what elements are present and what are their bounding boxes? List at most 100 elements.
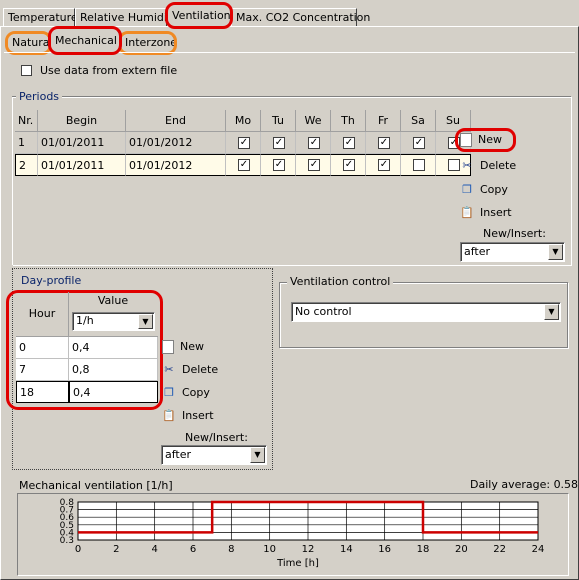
col-header-sa: Sa [401,110,436,132]
paste-icon: 📋 [460,206,474,219]
period-insert-button[interactable]: 📋 Insert [460,203,512,223]
new-document-icon [460,133,472,147]
col-header-tu: Tu [261,110,296,132]
x-tick-label: 10 [263,544,276,555]
table-row-1-th-checkbox[interactable]: ✓ [343,137,355,149]
profile-copy-label: Copy [182,386,210,399]
table-row-1-fr-checkbox[interactable]: ✓ [378,137,390,149]
tab-temperature[interactable]: Temperature [3,8,78,26]
col-header-th: Th [331,110,366,132]
subtab-interzone[interactable]: Interzone [118,31,177,55]
chevron-down-icon[interactable]: ▼ [138,314,153,329]
x-tick-label: 24 [532,544,545,555]
table-row-2-th-checkbox[interactable]: ✓ [343,159,355,171]
profile-row-3-hour[interactable]: 18 [16,381,69,403]
table-row-1-sa-checkbox[interactable]: ✓ [413,137,425,149]
period-delete-button[interactable]: ✂ Delete [460,156,516,176]
tab-max-co2[interactable]: Max. CO2 Concentration [231,8,370,26]
ventilation-control-title: Ventilation control [287,275,394,288]
col-header-begin: Begin [38,110,126,132]
table-row-1-we-checkbox[interactable]: ✓ [308,137,320,149]
day-profile-table: Hour Value 1/h ▼ 0 0,4 7 0,8 18 0,4 [6,290,163,410]
unit-value: 1/h [76,314,94,327]
chevron-down-icon[interactable]: ▼ [544,304,559,320]
table-row-2-sa-checkbox[interactable] [413,159,425,171]
col-header-we: We [296,110,331,132]
profile-new-insert-select[interactable]: after ▼ [161,445,267,465]
table-row-2-fr-checkbox[interactable]: ✓ [378,159,390,171]
profile-new-label: New [180,340,204,353]
copy-icon: ❐ [164,386,174,399]
chevron-down-icon[interactable]: ▼ [548,244,563,260]
profile-row-2-value[interactable]: 0,8 [69,359,158,381]
table-row-1-nr[interactable]: 1 [15,132,38,154]
tab-relative-humidity[interactable]: Relative Humidity [75,8,178,26]
profile-row-3-value[interactable]: 0,4 [69,381,158,403]
x-tick-label: 14 [340,544,353,555]
extern-file-label: Use data from extern file [40,64,178,77]
profile-insert-label: Insert [182,409,214,422]
x-tick-label: 20 [455,544,468,555]
table-row-1-tu-checkbox[interactable]: ✓ [273,137,285,149]
subtab-mechanical[interactable]: Mechanical [48,26,122,55]
period-insert-label: Insert [480,206,512,219]
day-profile-title: Day-profile [18,274,85,287]
profile-new-insert-value: after [165,448,192,461]
col-header-su: Su [436,110,471,132]
profile-new-insert-label: New/Insert: [185,431,248,444]
table-row-2-su-checkbox[interactable] [448,159,460,171]
extern-file-checkbox[interactable] [21,65,32,76]
paste-icon: 📋 [162,409,176,422]
hour-header: Hour [16,292,69,337]
periods-table: Nr. Begin End Mo Tu We Th Fr Sa Su 1 01/… [15,110,471,178]
col-header-end: End [126,110,226,132]
ventilation-control-value: No control [295,305,352,318]
x-tick-label: 12 [302,544,315,555]
table-row-2-mo-checkbox[interactable]: ✓ [238,159,250,171]
scissors-icon: ✂ [462,159,472,172]
table-row-1-end[interactable]: 01/01/2012 [126,132,226,154]
profile-new-button[interactable]: New [162,337,204,357]
ventilation-control-select[interactable]: No control ▼ [291,302,561,322]
new-document-icon [162,340,174,354]
x-tick-label: 22 [493,544,506,555]
x-tick-label: 16 [378,544,391,555]
chevron-down-icon[interactable]: ▼ [250,447,265,463]
period-new-button[interactable]: New [455,128,516,152]
chart-title: Mechanical ventilation [1/h] [19,479,173,492]
table-row-1-begin[interactable]: 01/01/2011 [38,132,126,154]
table-row-2-nr[interactable]: 2 [15,154,38,176]
profile-copy-button[interactable]: ❐ Copy [162,383,210,403]
profile-row-1-hour[interactable]: 0 [16,337,69,359]
mechanical-ventilation-chart: 0.80.70.60.50.40.30 2 4 6 8 10 12 14 16 18 20 22 24T… [60,498,545,569]
x-tick-label: 2 [113,544,119,555]
period-copy-button[interactable]: ❐ Copy [460,180,508,200]
period-new-insert-select[interactable]: after ▼ [460,242,565,262]
table-row-2-we-checkbox[interactable]: ✓ [308,159,320,171]
x-tick-label: 6 [190,544,196,555]
period-new-insert-label: New/Insert: [483,227,546,240]
x-tick-label: 8 [228,544,234,555]
main-tab-bar: Temperature Relative Humidity Ventilatio… [0,0,579,29]
value-header: Value [97,294,129,307]
period-copy-label: Copy [480,183,508,196]
period-new-label: New [478,133,502,146]
table-row-2-begin[interactable]: 01/01/2011 [38,154,126,176]
scissors-icon: ✂ [164,363,174,376]
subtab-natural[interactable]: Natural [5,31,53,55]
profile-row-1-value[interactable]: 0,4 [69,337,158,359]
period-delete-label: Delete [480,159,517,172]
table-row-2-tu-checkbox[interactable]: ✓ [273,159,285,171]
unit-select[interactable]: 1/h ▼ [72,312,155,331]
profile-row-2-hour[interactable]: 7 [16,359,69,381]
table-row-1-mo-checkbox[interactable]: ✓ [238,137,250,149]
x-tick-label: 18 [417,544,430,555]
table-row-2-end[interactable]: 01/01/2012 [126,154,226,176]
tab-ventilation[interactable]: Ventilation [165,2,233,29]
col-header-nr: Nr. [15,110,38,132]
profile-delete-button[interactable]: ✂ Delete [162,360,218,380]
col-header-mo: Mo [226,110,261,132]
x-tick-label: 0 [75,544,81,555]
y-tick-label: 0.3 [60,536,74,546]
profile-insert-button[interactable]: 📋 Insert [162,406,214,426]
